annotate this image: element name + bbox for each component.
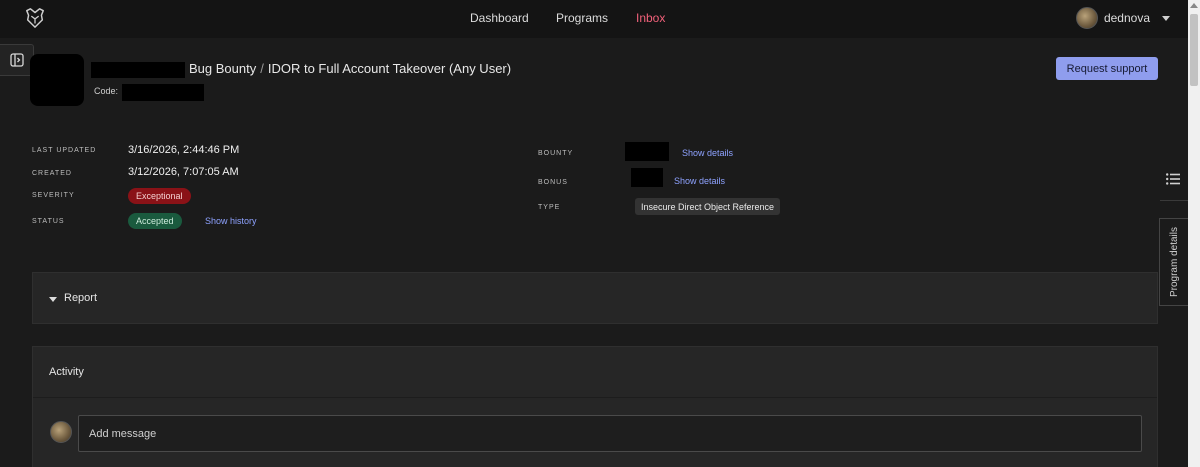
user-avatar [1075,7,1098,29]
scrollbar[interactable] [1188,0,1200,467]
activity-section: Activity [32,346,1158,467]
breadcrumb-program[interactable]: Bug Bounty [189,61,256,76]
last-updated-label: LAST UPDATED [32,147,97,154]
redacted-bounty [625,142,669,161]
created-value: 3/12/2026, 7:07:05 AM [128,166,239,178]
show-history-link[interactable]: Show history [205,216,257,226]
report-section[interactable]: Report [32,272,1158,324]
redacted-bonus [631,168,663,187]
tab-program-details-label: Program details [1168,226,1180,298]
type-tag: Insecure Direct Object Reference [635,198,781,215]
tab-program-details[interactable]: Program details [1159,218,1188,306]
panel-toggle-icon [9,53,24,67]
nav-inbox[interactable]: Inbox [636,11,665,25]
sidebar-toggle-button[interactable] [0,44,34,76]
request-support-button[interactable]: Request support [1056,57,1158,80]
status-label: STATUS [32,218,65,225]
bounty-label: BOUNTY [538,150,574,157]
severity-badge: Exceptional [128,188,191,204]
scrollbar-thumb[interactable] [1190,14,1198,86]
redacted-program-logo [30,54,84,106]
breadcrumb-separator: / [260,61,264,76]
redacted-code [122,84,204,101]
created-label: CREATED [32,170,72,177]
status-badge: Accepted [128,213,182,229]
top-navigation: Dashboard Programs Inbox dednova [0,0,1188,38]
code-label: Code: [94,86,119,96]
activity-section-title: Activity [49,366,84,378]
page-title: Bug Bounty / IDOR to Full Account Takeover… [189,61,511,76]
activity-divider [33,397,1157,398]
type-label: TYPE [538,204,561,211]
bonus-show-details-link[interactable]: Show details [674,176,725,186]
last-updated-value: 3/16/2026, 2:44:46 PM [128,144,240,156]
bounty-show-details-link[interactable]: Show details [682,148,733,158]
report-title: IDOR to Full Account Takeover (Any User) [267,61,512,76]
scroll-up-icon[interactable] [1190,3,1198,8]
user-name: dednova [1103,11,1150,25]
chevron-down-icon [1162,15,1170,21]
logo-icon[interactable] [24,7,46,29]
composer-avatar [50,421,72,443]
severity-label: SEVERITY [32,192,75,199]
nav-programs[interactable]: Programs [556,11,608,25]
rail-divider [1160,200,1188,201]
redacted-title-prefix [91,62,185,78]
bonus-label: BONUS [538,179,568,186]
add-message-input[interactable] [78,415,1142,452]
nav-dashboard[interactable]: Dashboard [470,11,529,25]
user-menu[interactable]: dednova [1075,6,1170,30]
report-section-title: Report [64,292,98,304]
caret-down-icon [49,297,57,302]
list-icon[interactable] [1166,173,1180,185]
